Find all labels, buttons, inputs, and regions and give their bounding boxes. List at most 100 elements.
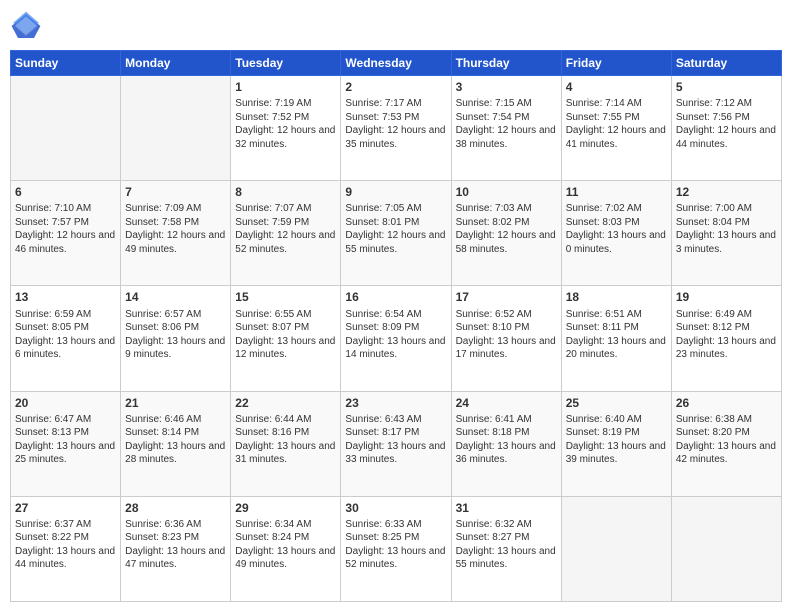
day-number: 30 — [345, 500, 446, 516]
header-row: SundayMondayTuesdayWednesdayThursdayFrid… — [11, 51, 782, 76]
day-number: 25 — [566, 395, 667, 411]
day-number: 10 — [456, 184, 557, 200]
calendar-cell: 14 Sunrise: 6:57 AM Sunset: 8:06 PM Dayli… — [121, 286, 231, 391]
day-number: 13 — [15, 289, 116, 305]
weekday-header: Friday — [561, 51, 671, 76]
day-info: Sunrise: 7:02 AM Sunset: 8:03 PM Dayligh… — [566, 203, 666, 255]
day-info: Sunrise: 6:57 AM Sunset: 8:06 PM Dayligh… — [125, 309, 225, 361]
weekday-header: Sunday — [11, 51, 121, 76]
day-number: 20 — [15, 395, 116, 411]
day-number: 3 — [456, 79, 557, 95]
weekday-header: Wednesday — [341, 51, 451, 76]
logo-icon — [10, 10, 42, 42]
day-info: Sunrise: 6:52 AM Sunset: 8:10 PM Dayligh… — [456, 309, 556, 361]
calendar-cell: 24 Sunrise: 6:41 AM Sunset: 8:18 PM Dayli… — [451, 391, 561, 496]
day-info: Sunrise: 6:43 AM Sunset: 8:17 PM Dayligh… — [345, 414, 445, 466]
day-number: 2 — [345, 79, 446, 95]
calendar-cell: 19Sunrise: 6:49 AM Sunset: 8:12 PM Dayli… — [671, 286, 781, 391]
calendar-cell: 11Sunrise: 7:02 AM Sunset: 8:03 PM Dayli… — [561, 181, 671, 286]
day-info: Sunrise: 6:49 AM Sunset: 8:12 PM Dayligh… — [676, 309, 776, 361]
calendar-week-row: 27 Sunrise: 6:37 AM Sunset: 8:22 PM Dayli… — [11, 496, 782, 601]
header — [10, 10, 782, 42]
calendar-cell: 9Sunrise: 7:05 AM Sunset: 8:01 PM Daylig… — [341, 181, 451, 286]
day-info: Sunrise: 6:46 AM Sunset: 8:14 PM Dayligh… — [125, 414, 225, 466]
day-number: 16 — [345, 289, 446, 305]
day-info: Sunrise: 6:44 AM Sunset: 8:16 PM Dayligh… — [235, 414, 335, 466]
calendar-cell — [671, 496, 781, 601]
day-number: 12 — [676, 184, 777, 200]
calendar-cell: 13 Sunrise: 6:59 AM Sunset: 8:05 PM Dayli… — [11, 286, 121, 391]
calendar-cell: 21 Sunrise: 6:46 AM Sunset: 8:14 PM Dayli… — [121, 391, 231, 496]
calendar-cell: 25 Sunrise: 6:40 AM Sunset: 8:19 PM Dayli… — [561, 391, 671, 496]
day-number: 5 — [676, 79, 777, 95]
day-info: Sunrise: 6:37 AM Sunset: 8:22 PM Dayligh… — [15, 519, 115, 571]
calendar-cell — [561, 496, 671, 601]
calendar-cell: 28 Sunrise: 6:36 AM Sunset: 8:23 PM Dayli… — [121, 496, 231, 601]
calendar-cell: 3 Sunrise: 7:15 AM Sunset: 7:54 PM Daylig… — [451, 76, 561, 181]
weekday-header: Tuesday — [231, 51, 341, 76]
day-info: Sunrise: 7:14 AM Sunset: 7:55 PM Dayligh… — [566, 98, 666, 150]
day-info: Sunrise: 7:12 AM Sunset: 7:56 PM Dayligh… — [676, 98, 776, 150]
day-info: Sunrise: 6:54 AM Sunset: 8:09 PM Dayligh… — [345, 309, 445, 361]
day-info: Sunrise: 6:59 AM Sunset: 8:05 PM Dayligh… — [15, 309, 115, 361]
calendar-cell: 8 Sunrise: 7:07 AM Sunset: 7:59 PM Daylig… — [231, 181, 341, 286]
day-info: Sunrise: 6:36 AM Sunset: 8:23 PM Dayligh… — [125, 519, 225, 571]
logo — [10, 10, 46, 42]
calendar-cell: 10 Sunrise: 7:03 AM Sunset: 8:02 PM Dayli… — [451, 181, 561, 286]
day-info: Sunrise: 6:34 AM Sunset: 8:24 PM Dayligh… — [235, 519, 335, 571]
day-number: 7 — [125, 184, 226, 200]
day-info: Sunrise: 7:10 AM Sunset: 7:57 PM Dayligh… — [15, 203, 115, 255]
calendar-cell — [11, 76, 121, 181]
day-number: 28 — [125, 500, 226, 516]
calendar-cell: 17Sunrise: 6:52 AM Sunset: 8:10 PM Dayli… — [451, 286, 561, 391]
calendar-week-row: 20 Sunrise: 6:47 AM Sunset: 8:13 PM Dayli… — [11, 391, 782, 496]
day-info: Sunrise: 7:09 AM Sunset: 7:58 PM Dayligh… — [125, 203, 225, 255]
calendar-cell: 7 Sunrise: 7:09 AM Sunset: 7:58 PM Daylig… — [121, 181, 231, 286]
day-info: Sunrise: 7:07 AM Sunset: 7:59 PM Dayligh… — [235, 203, 335, 255]
calendar-cell: 2 Sunrise: 7:17 AM Sunset: 7:53 PM Daylig… — [341, 76, 451, 181]
day-info: Sunrise: 6:33 AM Sunset: 8:25 PM Dayligh… — [345, 519, 445, 571]
day-number: 4 — [566, 79, 667, 95]
calendar-cell: 18Sunrise: 6:51 AM Sunset: 8:11 PM Dayli… — [561, 286, 671, 391]
calendar-cell: 15 Sunrise: 6:55 AM Sunset: 8:07 PM Dayli… — [231, 286, 341, 391]
day-info: Sunrise: 6:55 AM Sunset: 8:07 PM Dayligh… — [235, 309, 335, 361]
day-number: 8 — [235, 184, 336, 200]
calendar-week-row: 1 Sunrise: 7:19 AM Sunset: 7:52 PM Daylig… — [11, 76, 782, 181]
day-number: 1 — [235, 79, 336, 95]
weekday-header: Monday — [121, 51, 231, 76]
day-number: 14 — [125, 289, 226, 305]
calendar-cell: 30 Sunrise: 6:33 AM Sunset: 8:25 PM Dayli… — [341, 496, 451, 601]
day-number: 27 — [15, 500, 116, 516]
day-info: Sunrise: 6:41 AM Sunset: 8:18 PM Dayligh… — [456, 414, 556, 466]
day-info: Sunrise: 6:47 AM Sunset: 8:13 PM Dayligh… — [15, 414, 115, 466]
day-number: 9 — [345, 184, 446, 200]
day-number: 24 — [456, 395, 557, 411]
day-info: Sunrise: 6:32 AM Sunset: 8:27 PM Dayligh… — [456, 519, 556, 571]
calendar-cell: 12Sunrise: 7:00 AM Sunset: 8:04 PM Dayli… — [671, 181, 781, 286]
calendar-cell: 31Sunrise: 6:32 AM Sunset: 8:27 PM Dayli… — [451, 496, 561, 601]
calendar-cell — [121, 76, 231, 181]
day-info: Sunrise: 7:17 AM Sunset: 7:53 PM Dayligh… — [345, 98, 445, 150]
calendar-cell: 4 Sunrise: 7:14 AM Sunset: 7:55 PM Daylig… — [561, 76, 671, 181]
day-info: Sunrise: 7:03 AM Sunset: 8:02 PM Dayligh… — [456, 203, 556, 255]
day-info: Sunrise: 6:40 AM Sunset: 8:19 PM Dayligh… — [566, 414, 666, 466]
calendar-cell: 1 Sunrise: 7:19 AM Sunset: 7:52 PM Daylig… — [231, 76, 341, 181]
calendar-week-row: 13 Sunrise: 6:59 AM Sunset: 8:05 PM Dayli… — [11, 286, 782, 391]
day-number: 23 — [345, 395, 446, 411]
calendar-cell: 23 Sunrise: 6:43 AM Sunset: 8:17 PM Dayli… — [341, 391, 451, 496]
day-number: 15 — [235, 289, 336, 305]
day-number: 6 — [15, 184, 116, 200]
day-number: 29 — [235, 500, 336, 516]
day-info: Sunrise: 7:19 AM Sunset: 7:52 PM Dayligh… — [235, 98, 335, 150]
day-number: 21 — [125, 395, 226, 411]
day-info: Sunrise: 7:15 AM Sunset: 7:54 PM Dayligh… — [456, 98, 556, 150]
calendar-cell: 27 Sunrise: 6:37 AM Sunset: 8:22 PM Dayli… — [11, 496, 121, 601]
calendar-table: SundayMondayTuesdayWednesdayThursdayFrid… — [10, 50, 782, 602]
calendar-cell: 20 Sunrise: 6:47 AM Sunset: 8:13 PM Dayli… — [11, 391, 121, 496]
calendar-cell: 6 Sunrise: 7:10 AM Sunset: 7:57 PM Daylig… — [11, 181, 121, 286]
day-info: Sunrise: 6:38 AM Sunset: 8:20 PM Dayligh… — [676, 414, 776, 466]
weekday-header: Thursday — [451, 51, 561, 76]
day-number: 22 — [235, 395, 336, 411]
day-info: Sunrise: 6:51 AM Sunset: 8:11 PM Dayligh… — [566, 309, 666, 361]
page: SundayMondayTuesdayWednesdayThursdayFrid… — [0, 0, 792, 612]
